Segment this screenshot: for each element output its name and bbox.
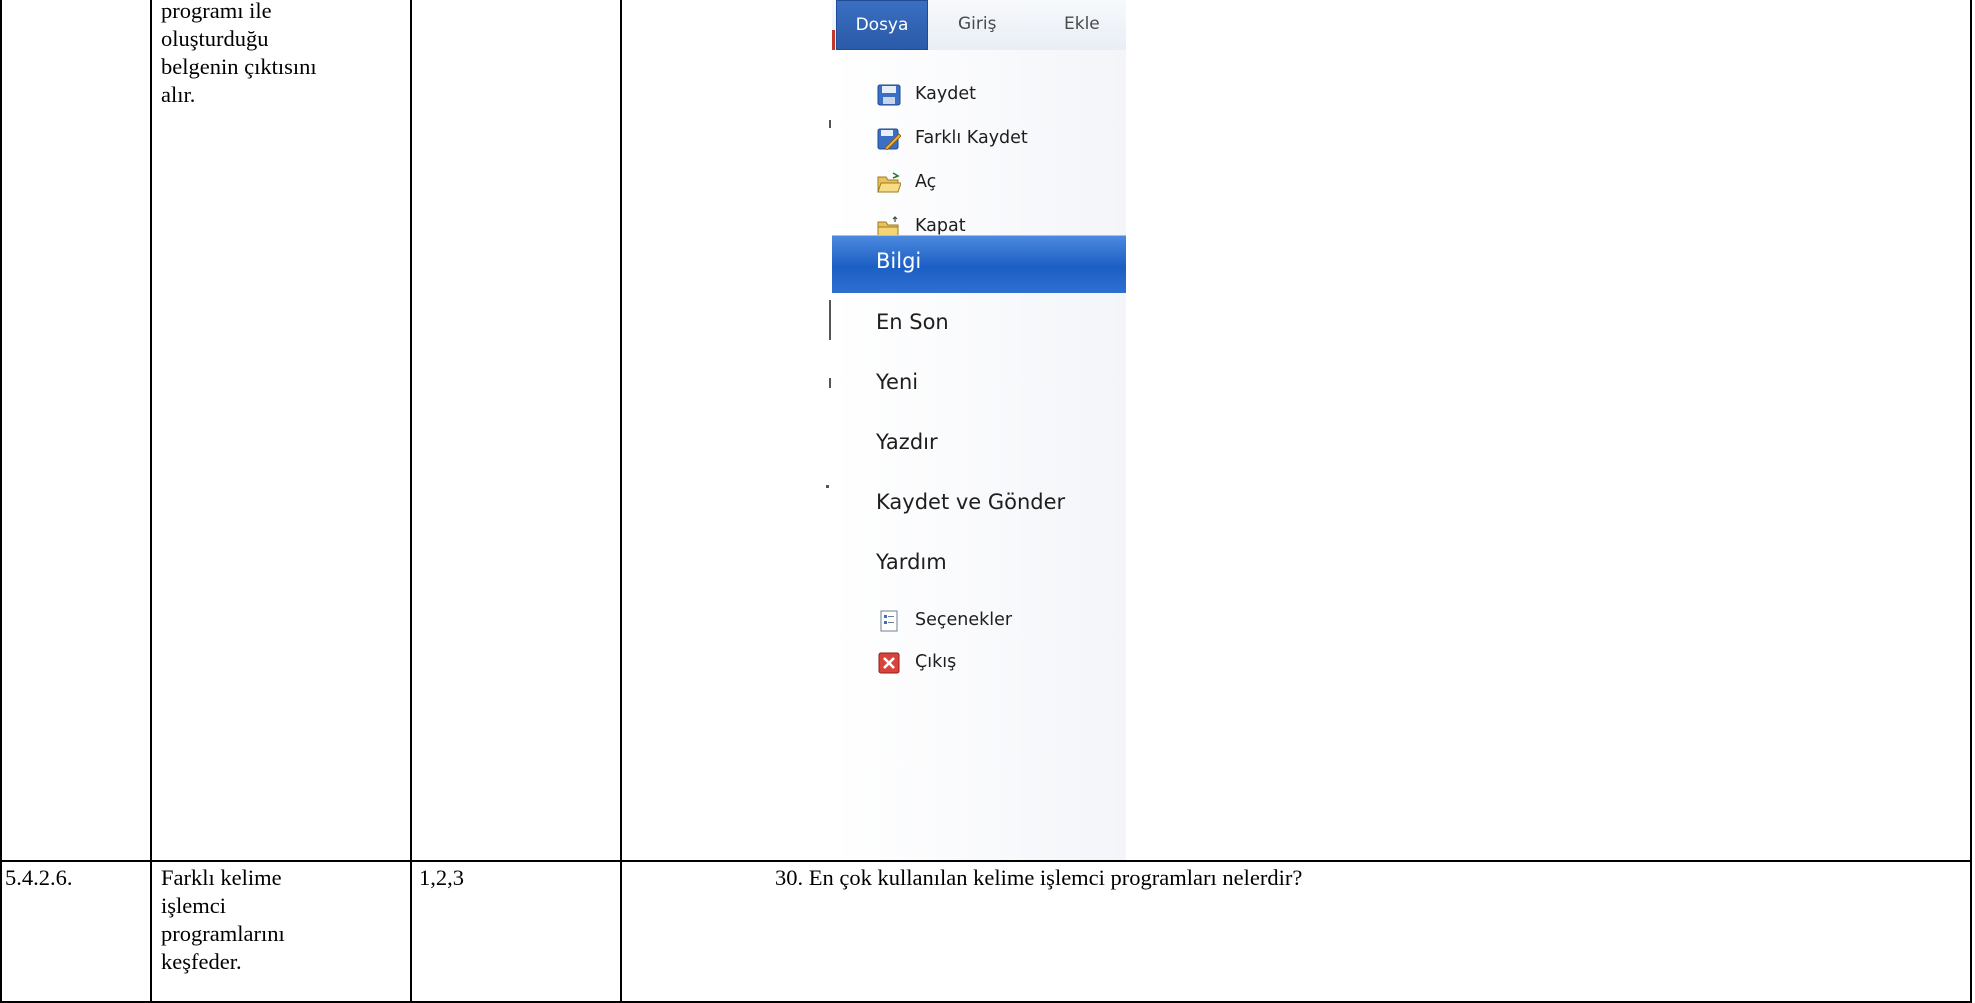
objective-line: işlemci <box>161 893 226 918</box>
table-column-divider-2 <box>410 0 412 1003</box>
menu-item-label: En Son <box>876 310 949 334</box>
menu-item-save[interactable]: Kaydet <box>832 74 1126 118</box>
question-text: 30. En çok kullanılan kelime işlemci pro… <box>775 865 1303 890</box>
menu-item-label: Aç <box>915 172 937 192</box>
objective-line: alır. <box>161 82 196 107</box>
menu-item-label: Yardım <box>876 550 947 574</box>
menu-item-label: Farklı Kaydet <box>915 128 1028 148</box>
menu-item-label: Kapat <box>915 216 966 236</box>
menu-item-help[interactable]: Yardım <box>832 536 1126 594</box>
table-row-divider <box>0 860 1972 862</box>
tab-dosya[interactable]: Dosya <box>836 0 928 50</box>
tab-giris[interactable]: Giriş <box>958 14 996 34</box>
scan-mark <box>829 120 831 128</box>
ribbon-tab-bar: Dosya Giriş Ekle <box>832 0 1126 52</box>
table-border-right <box>1970 0 1972 1003</box>
menu-item-label: Kaydet <box>915 84 976 104</box>
ribbon-edge-mark <box>832 30 835 52</box>
objective-line: keşfeder. <box>161 949 242 974</box>
menu-item-label: Seçenekler <box>915 610 1013 630</box>
row2-objective-cell: Farklı kelime işlemci programlarını keşf… <box>161 864 285 976</box>
menu-item-save-as[interactable]: Farklı Kaydet <box>832 118 1126 162</box>
floppy-disk-icon <box>877 84 901 106</box>
row2-code-cell: 5.4.2.6. <box>5 865 73 890</box>
menu-item-new[interactable]: Yeni <box>832 356 1126 414</box>
scan-mark <box>826 485 829 488</box>
menu-item-label: Yazdır <box>876 430 938 454</box>
menu-item-label: Kaydet ve Gönder <box>876 490 1066 514</box>
objective-line: oluşturduğu <box>161 26 269 51</box>
menu-item-recent[interactable]: En Son <box>832 296 1126 354</box>
options-document-icon <box>880 610 898 632</box>
menu-item-save-and-send[interactable]: Kaydet ve Gönder <box>832 476 1126 534</box>
file-menu-screenshot: Dosya Giriş Ekle Kaydet Farklı Kaydet Aç <box>832 0 1126 860</box>
row1-objective-cell: programı ile oluşturduğu belgenin çıktıs… <box>161 0 317 109</box>
row2-levels-cell: 1,2,3 <box>419 865 464 890</box>
exit-icon <box>878 652 900 674</box>
scan-mark <box>829 300 831 340</box>
table-border-left <box>0 0 2 1003</box>
tab-ekle[interactable]: Ekle <box>1064 14 1100 34</box>
scan-mark <box>829 378 831 388</box>
table-column-divider-3 <box>620 0 622 1003</box>
objective-line: programı ile <box>161 0 272 23</box>
objective-line: belgenin çıktısını <box>161 54 317 79</box>
menu-item-label: Yeni <box>876 370 919 394</box>
objective-line: Farklı kelime <box>161 865 282 890</box>
menu-item-print[interactable]: Yazdır <box>832 416 1126 474</box>
menu-item-exit[interactable]: Çıkış <box>832 642 1126 686</box>
menu-item-open[interactable]: Aç <box>832 162 1126 206</box>
menu-item-options[interactable]: Seçenekler <box>832 600 1126 644</box>
menu-item-label: Çıkış <box>915 652 957 672</box>
save-as-icon <box>877 128 901 150</box>
menu-item-info[interactable]: Bilgi <box>832 235 1126 293</box>
objective-line: programlarını <box>161 921 285 946</box>
menu-item-label: Bilgi <box>876 249 922 273</box>
table-column-divider-1 <box>150 0 152 1003</box>
open-folder-icon <box>877 172 901 193</box>
